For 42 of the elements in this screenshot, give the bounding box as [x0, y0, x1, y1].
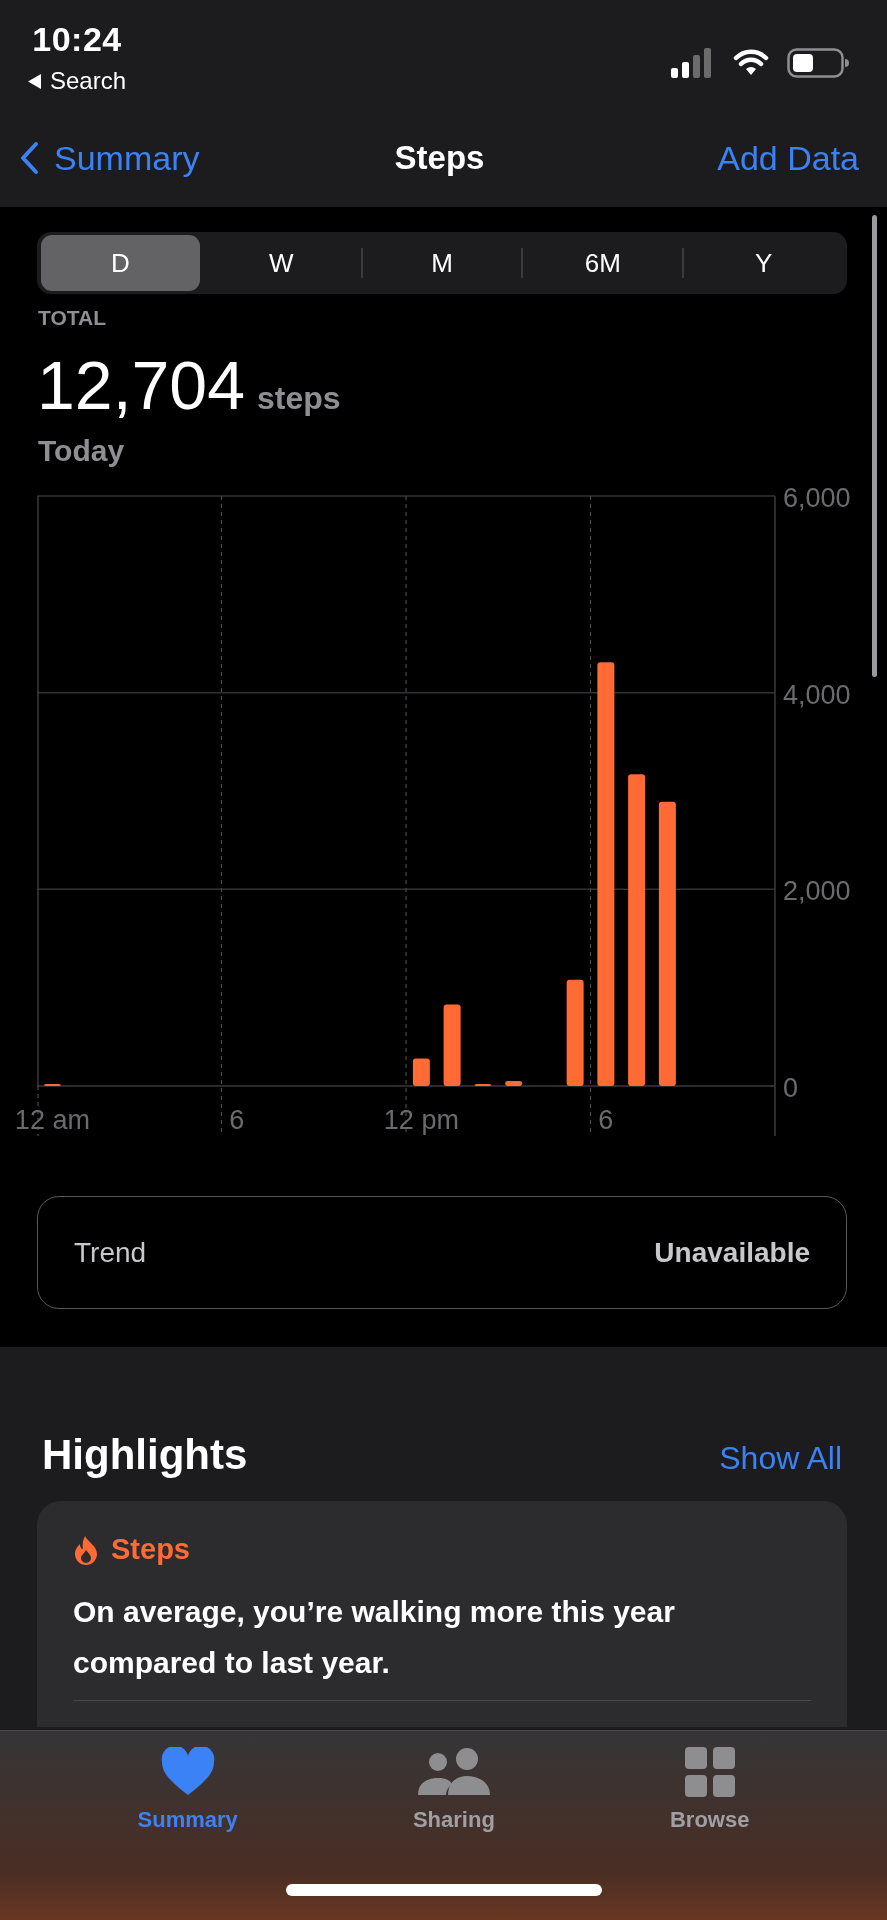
chevron-left-icon [20, 141, 40, 175]
y-axis-label: 2,000 [783, 876, 851, 907]
bar [505, 1081, 523, 1086]
back-triangle-icon [28, 73, 41, 89]
trend-value: Unavailable [654, 1236, 810, 1269]
range-tab[interactable]: W [201, 235, 361, 291]
show-all-link[interactable]: Show All [719, 1440, 842, 1477]
tab-bar-item[interactable]: Browse [659, 1747, 760, 1857]
y-axis-label: 0 [783, 1073, 799, 1103]
grid-icon [684, 1747, 735, 1797]
period-label: Today [38, 434, 126, 468]
y-axis-label: 6,000 [783, 486, 851, 513]
y-axis-label: 4,000 [783, 679, 851, 710]
section-title: Highlights [42, 1431, 248, 1479]
total-caption: TOTAL [38, 306, 108, 330]
heart-icon [159, 1747, 216, 1797]
total-value: 12,704 [37, 346, 245, 424]
trend-card[interactable]: Trend Unavailable [37, 1196, 847, 1309]
x-axis-label: 12 am [14, 1105, 90, 1135]
highlight-text: On average, you’re walking more this year compared to last year. [73, 1594, 676, 1681]
people-icon [416, 1747, 491, 1797]
range-tab[interactable]: Y [684, 235, 843, 291]
status-time: 10:24 [32, 20, 122, 59]
highlight-category: Steps [111, 1533, 190, 1566]
highlight-card[interactable]: Steps On average, you’re walking more this year compared to last year. [37, 1501, 847, 1727]
flame-icon [73, 1534, 99, 1565]
back-to-app-link[interactable]: Search [28, 67, 127, 95]
page-title: Steps [394, 139, 485, 177]
x-axis-label: 12 pm [383, 1105, 459, 1135]
battery-icon [787, 48, 849, 78]
trend-label: Trend [74, 1236, 147, 1269]
tab-bar-item[interactable]: Sharing [402, 1747, 505, 1857]
back-button[interactable]: Summary [20, 138, 200, 178]
range-tab[interactable]: 6M [523, 235, 683, 291]
bar [412, 1058, 430, 1086]
add-data-link[interactable]: Add Data [717, 138, 859, 178]
total-unit: steps [257, 380, 341, 417]
range-tab[interactable]: D [41, 235, 200, 291]
range-tab[interactable]: M [362, 235, 522, 291]
wifi-icon [733, 49, 769, 77]
x-axis-label: 6 [598, 1105, 614, 1135]
x-axis-label: 6 [229, 1105, 245, 1135]
